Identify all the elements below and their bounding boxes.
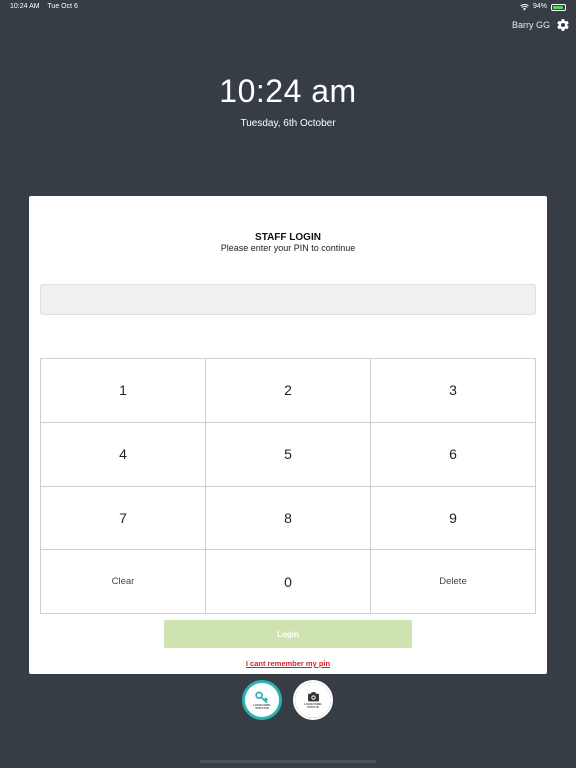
delete-button[interactable]: Delete: [371, 550, 536, 614]
login-pin-mode-button[interactable]: LOGIN USING STAFF PIN: [242, 680, 282, 720]
key-9[interactable]: 9: [371, 486, 536, 551]
home-indicator: [200, 760, 376, 763]
key-5[interactable]: 5: [206, 422, 371, 487]
pin-mode-label: LOGIN USING STAFF PIN: [253, 703, 271, 710]
login-title: STAFF LOGIN: [255, 232, 321, 243]
key-8[interactable]: 8: [206, 486, 371, 551]
status-bar: 10:24 AM Tue Oct 6 94%: [0, 0, 576, 14]
login-photo-mode-button[interactable]: LOGIN USING STAFF ID: [293, 680, 333, 720]
battery-percent: 94%: [532, 3, 547, 10]
status-right: 94%: [520, 0, 566, 14]
key-2[interactable]: 2: [206, 359, 371, 423]
login-card: STAFF LOGIN Please enter your PIN to con…: [29, 196, 547, 674]
forgot-pin-link[interactable]: I cant remember my pin: [29, 659, 547, 668]
pin-input[interactable]: [40, 284, 536, 315]
camera-icon: [307, 692, 319, 702]
user-name[interactable]: Barry GG: [512, 20, 550, 30]
key-7[interactable]: 7: [41, 486, 206, 551]
login-subtitle: Please enter your PIN to continue: [220, 243, 356, 253]
keypad: 1 2 3 4 5 6 7 8 9 Clear 0 Delete: [40, 358, 536, 614]
login-button[interactable]: Login: [164, 620, 412, 648]
key-4[interactable]: 4: [41, 422, 206, 487]
status-time: 10:24 AM: [10, 3, 40, 10]
status-left: 10:24 AM Tue Oct 6: [10, 0, 84, 14]
app-screen: 10:24 AM Tue Oct 6 94% Barry GG 10:24 am…: [0, 0, 576, 768]
key-1[interactable]: 1: [41, 359, 206, 423]
gear-icon[interactable]: [556, 18, 570, 32]
key-3[interactable]: 3: [371, 359, 536, 423]
key-6[interactable]: 6: [371, 422, 536, 487]
clear-button[interactable]: Clear: [41, 550, 206, 614]
wifi-icon: [520, 3, 529, 10]
clock-time: 10:24 am: [219, 73, 357, 109]
key-0[interactable]: 0: [206, 550, 371, 614]
photo-mode-inner: LOGIN USING STAFF ID: [295, 682, 331, 718]
clock-date: Tuesday, 6th October: [240, 118, 336, 129]
key-icon: [255, 690, 268, 703]
battery-fill: [553, 5, 564, 9]
status-date: Tue Oct 6: [47, 3, 78, 10]
battery-icon: [551, 3, 566, 11]
photo-mode-label: LOGIN USING STAFF ID: [304, 703, 322, 709]
